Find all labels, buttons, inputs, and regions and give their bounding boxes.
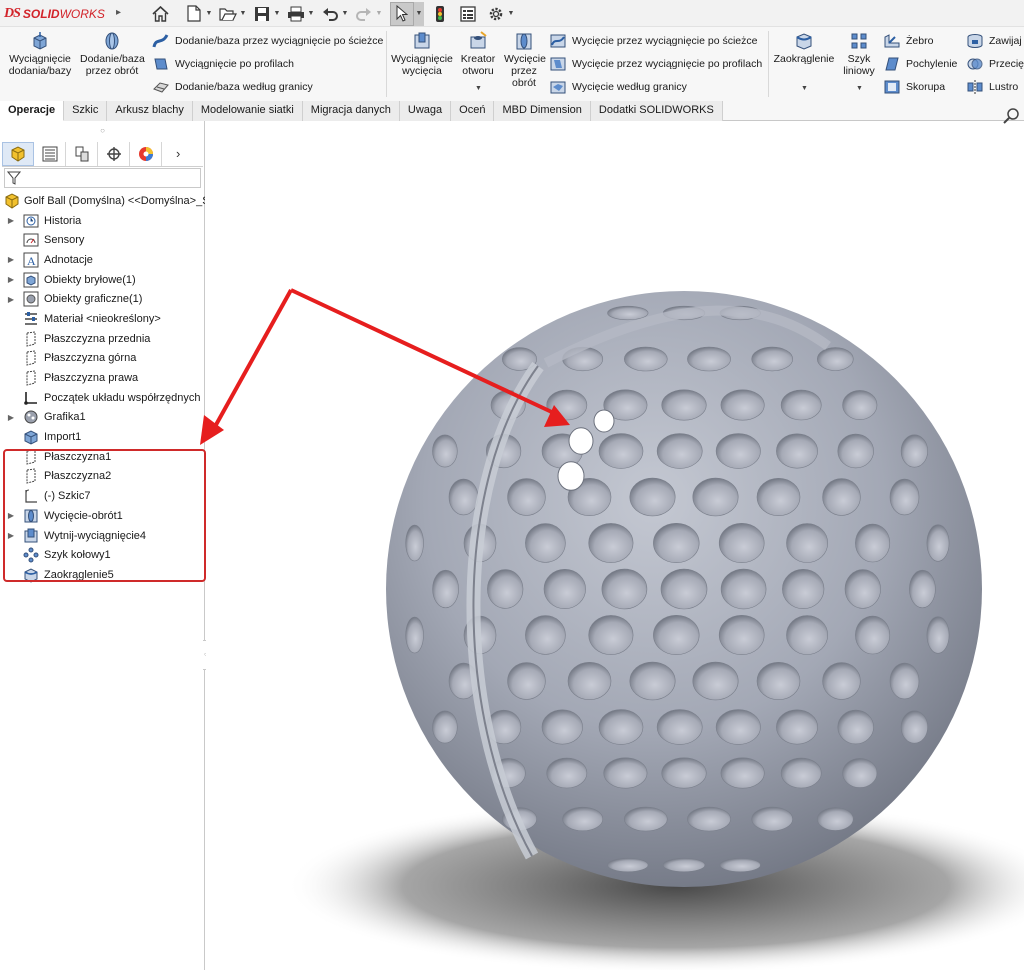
arrow-to-tree [210,289,293,433]
arrow-to-model [290,288,557,416]
annotation-arrows [200,288,570,445]
